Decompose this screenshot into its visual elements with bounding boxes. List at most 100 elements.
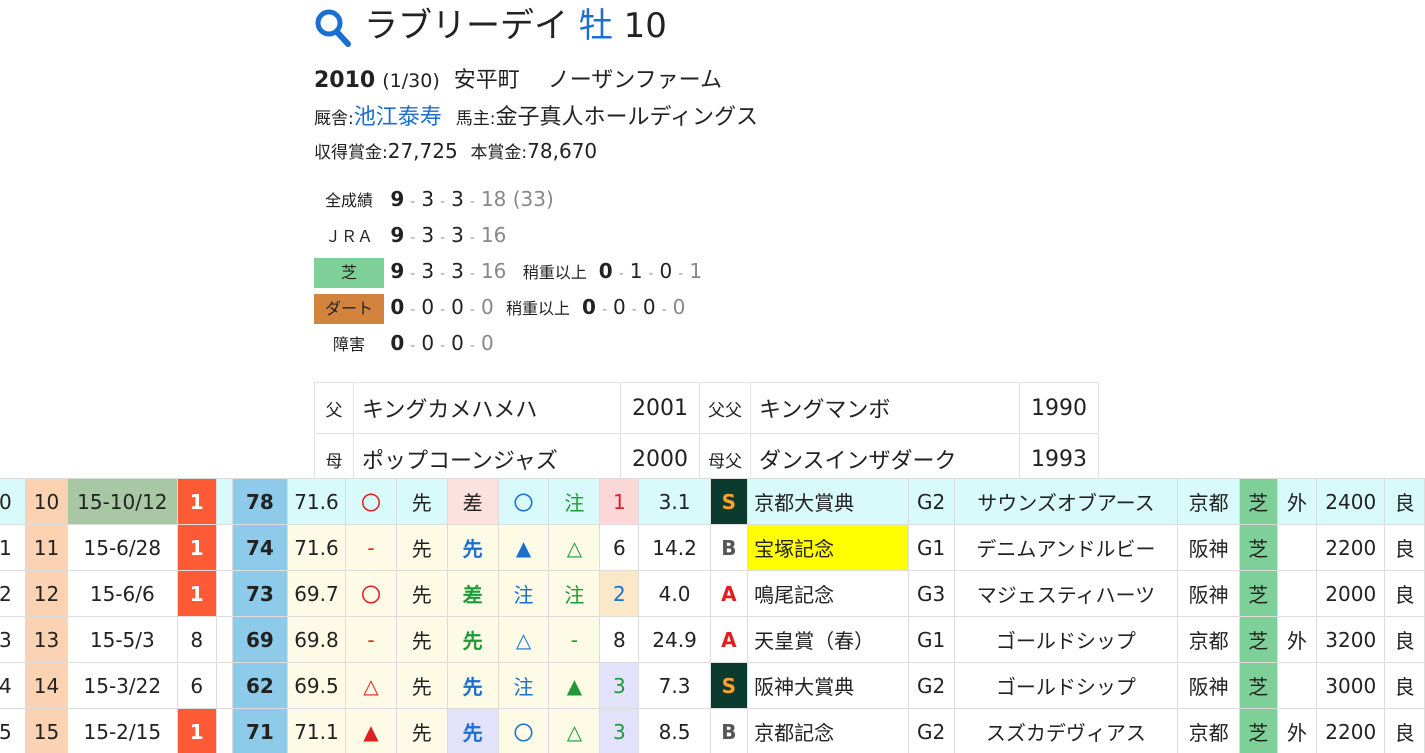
record-label: 全成績 [324,191,373,210]
race-name[interactable]: 宝塚記念 [747,524,909,571]
race-grade: B [709,708,749,753]
search-icon[interactable] [314,8,352,48]
popularity: 8 [599,616,640,663]
pedigree-row: 母 ポップコーンジャズ 2000 母父 ダンスインザダーク 1993 [314,433,1099,485]
distance: 3000 [1316,662,1386,709]
surface: 芝 [1238,708,1278,753]
opponent-name[interactable]: ゴールドシップ [953,616,1179,663]
record-seconds: 0 [421,331,435,355]
record-seconds: 0 [421,295,435,319]
race-class: G2 [907,662,955,709]
record-thirds: 3 [451,187,464,211]
race-name[interactable]: 京都記念 [747,708,909,753]
heavy-wins: 0 [582,295,596,319]
record-row-steeple: 障害 0-0-0-0 [314,327,494,359]
race-date[interactable]: 15-3/22 [66,662,178,709]
dam-sire-year: 1993 [1019,433,1099,485]
table-row[interactable]: 12 12 15-6/6 1 73 69.7 〇 先 差 注 注 2 4.0 A… [0,570,1425,617]
record-wins: 9 [390,187,405,211]
race-date[interactable]: 15-5/3 [66,616,178,663]
rating: 69.7 [286,570,347,617]
horse-sex: 牡 [578,6,613,46]
actual-style: 差 [446,478,499,525]
heavy-seconds: 1 [629,259,643,283]
dam-name[interactable]: ポップコーンジャズ [353,433,621,485]
race-date[interactable]: 15-6/6 [66,570,178,617]
race-date[interactable]: 15-10/12 [66,478,178,525]
trainer-link[interactable]: 池江泰寿 [354,105,442,130]
opponent-name[interactable]: マジェスティハーツ [953,570,1179,617]
mark-5: ▲ [548,662,601,709]
mark-4: △ [497,616,550,663]
speed-score: 74 [231,524,288,571]
track-condition: 良 [1384,478,1425,525]
sire-sire-name[interactable]: キングマンボ [750,382,1020,434]
distance: 2200 [1316,708,1386,753]
track-condition: 良 [1384,616,1425,663]
dam-label: 母 [314,433,354,485]
finish-position: 8 [176,616,217,663]
track: 京都 [1177,478,1240,525]
race-date[interactable]: 15-2/15 [66,708,178,753]
prize-value: 78,670 [527,139,598,163]
race-number: 13 [25,616,68,663]
race-name[interactable]: 鳴尾記念 [747,570,909,617]
dam-sire-name[interactable]: ダンスインザダーク [750,433,1020,485]
record-thirds: 0 [451,295,464,319]
mark-5: △ [548,524,601,571]
distance: 2000 [1316,570,1386,617]
sire-year: 2001 [620,382,700,434]
earned-label: 収得賞金: [314,143,388,163]
mark-4: 注 [497,662,550,709]
race-number: 10 [25,478,68,525]
sire-sire-year: 1990 [1019,382,1099,434]
table-row[interactable]: 15 15 15-2/15 1 71 71.1 ▲ 先 先 〇 △ 3 8.5 … [0,708,1425,753]
mark-1: 〇 [345,570,397,617]
odds: 14.2 [638,524,711,571]
heavy-seconds: 0 [613,295,626,319]
actual-style: 先 [446,524,499,571]
track-condition: 良 [1384,662,1425,709]
surface: 芝 [1238,478,1278,525]
running-style: 先 [395,524,448,571]
table-row[interactable]: 13 13 15-5/3 8 69 69.8 - 先 先 △ - 8 24.9 … [0,616,1425,663]
course-side: 外 [1276,708,1318,753]
running-style: 先 [395,570,448,617]
sire-label: 父 [314,382,354,434]
running-style: 先 [395,616,448,663]
odds: 7.3 [638,662,711,709]
table-row[interactable]: 14 14 15-3/22 6 62 69.5 △ 先 先 注 ▲ 3 7.3 … [0,662,1425,709]
race-name[interactable]: 阪神大賞典 [747,662,909,709]
owner: 金子真人ホールディングス [495,105,758,130]
record-wins: 9 [390,259,405,283]
surface: 芝 [1238,616,1278,663]
popularity: 6 [599,524,640,571]
pedigree-row: 父 キングカメハメハ 2001 父父 キングマンボ 1990 [314,382,1099,434]
sire-name[interactable]: キングカメハメハ [353,382,621,434]
heavy-others: 1 [689,259,703,283]
record-total: (33) [512,187,554,211]
race-index: 15 [0,708,27,753]
race-name[interactable]: 京都大賞典 [747,478,909,525]
speed-score: 78 [231,478,288,525]
table-row[interactable]: 11 11 15-6/28 1 74 71.6 - 先 先 ▲ △ 6 14.2… [0,524,1425,571]
running-style: 先 [395,708,448,753]
table-row[interactable]: 10 10 15-10/12 1 78 71.6 〇 先 差 〇 注 1 3.1… [0,478,1425,525]
horse-age: 10 [623,6,667,46]
mark-1: △ [345,662,397,709]
opponent-name[interactable]: ゴールドシップ [953,662,1179,709]
horse-name: ラブリーデイ [364,6,568,46]
mark-5: △ [548,708,601,753]
speed-score: 71 [231,708,288,753]
course-side: 外 [1276,478,1318,525]
race-name[interactable]: 天皇賞（春） [747,616,909,663]
course-side: 外 [1276,616,1318,663]
race-date[interactable]: 15-6/28 [66,524,178,571]
opponent-name[interactable]: デニムアンドルビー [953,524,1179,571]
race-grade: A [709,570,749,617]
mark-5: 注 [548,478,601,525]
race-class: G2 [907,708,955,753]
opponent-name[interactable]: サウンズオブアース [953,478,1179,525]
opponent-name[interactable]: スズカデヴィアス [953,708,1179,753]
spacer-cell [215,570,233,617]
